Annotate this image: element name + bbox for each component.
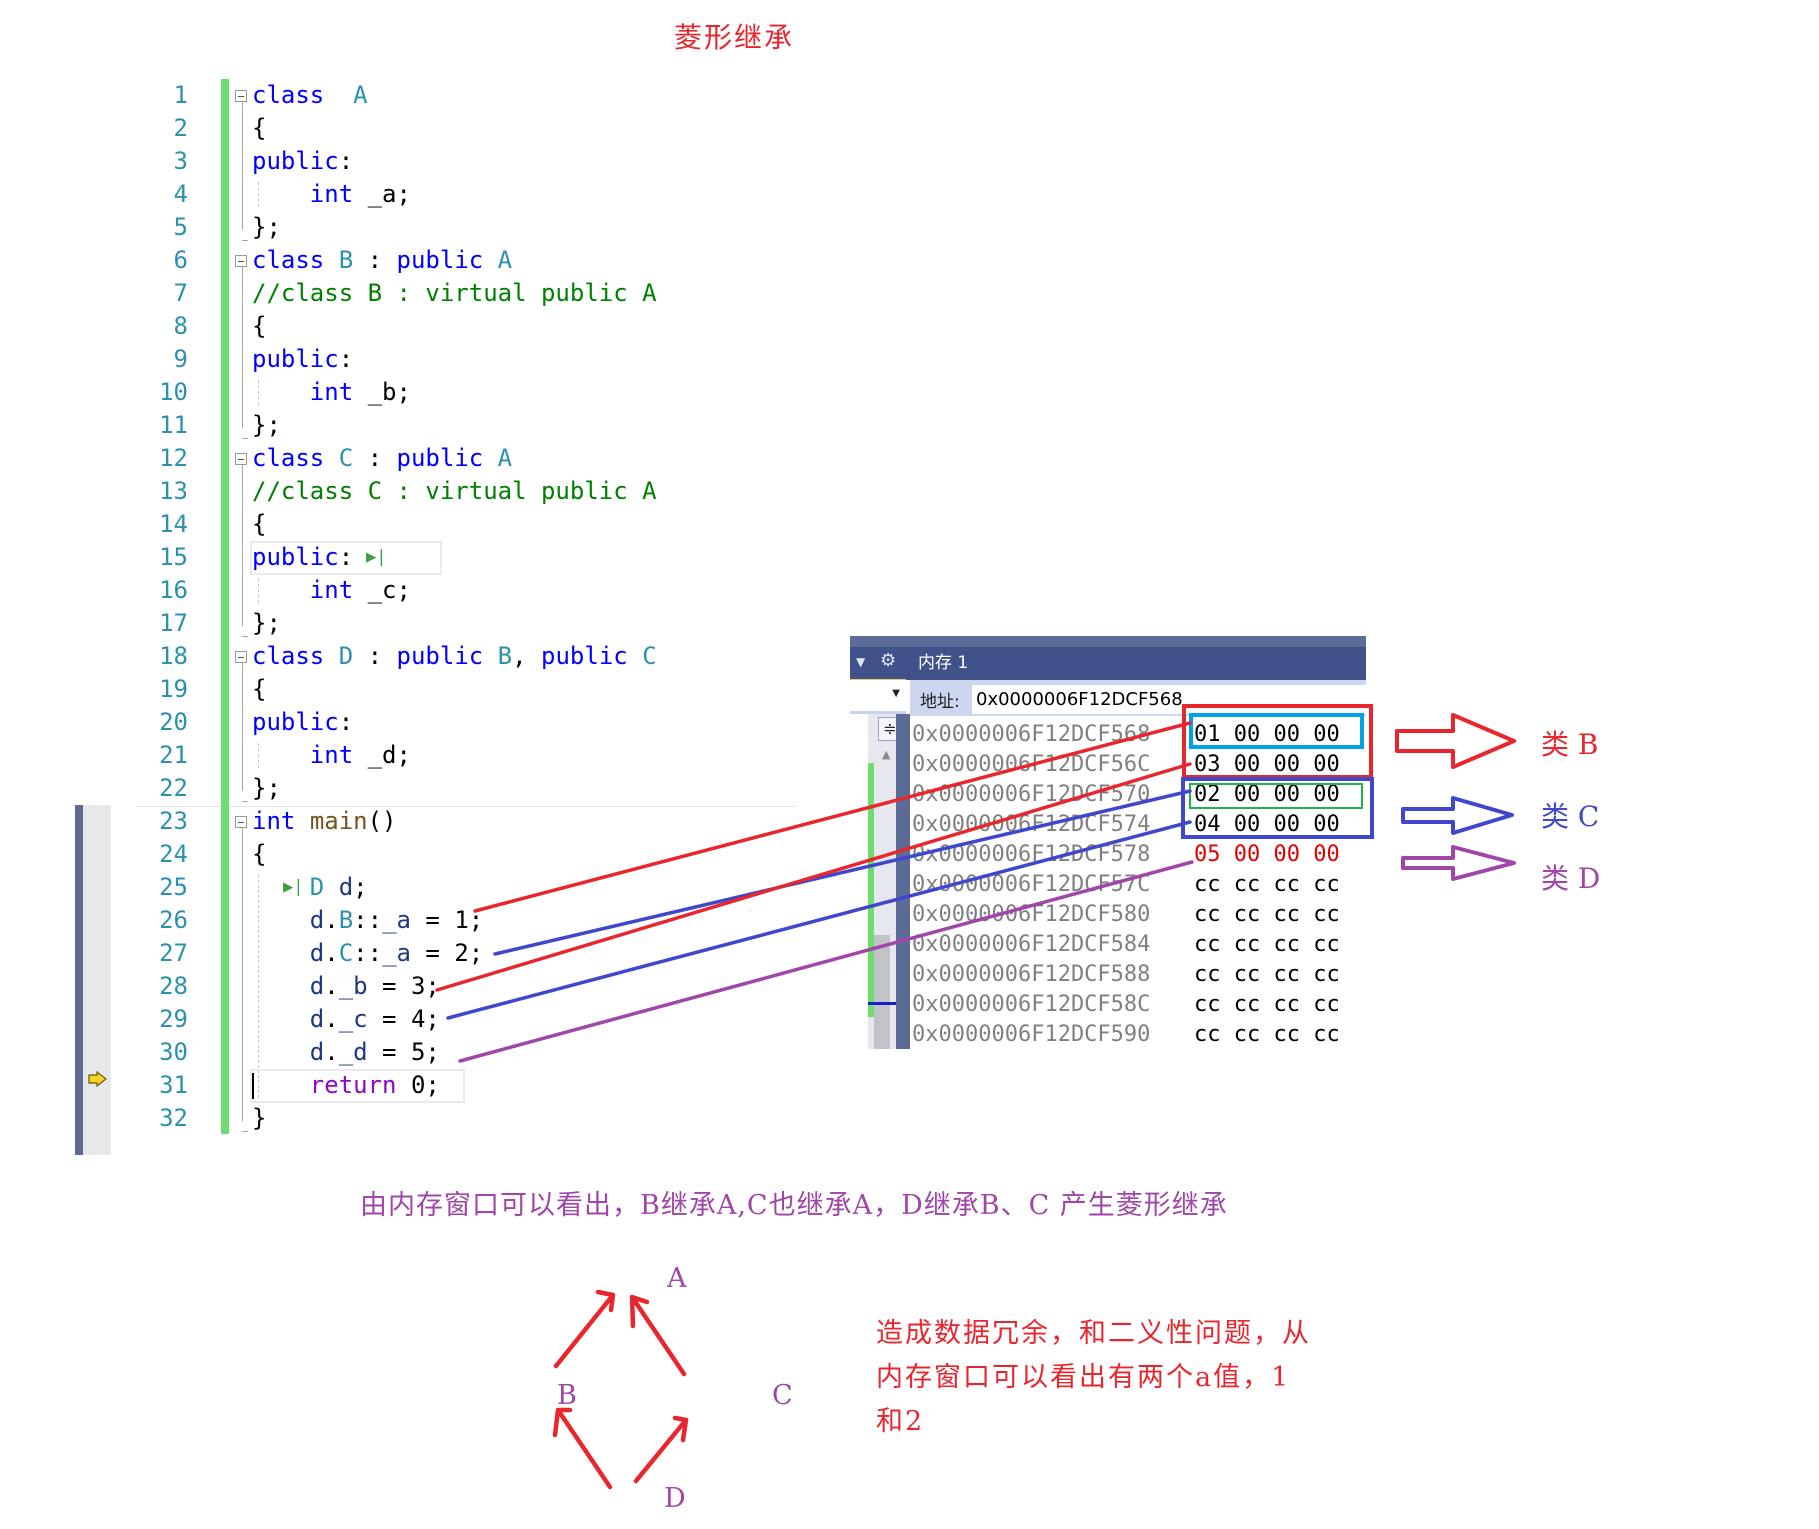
explanation-text: 由内存窗口可以看出，B继承A,C也继承A，D继承B、C 产生菱形继承 [360, 1190, 1228, 1221]
arrow-to-class-b [1395, 713, 1516, 769]
arrow-to-class-c [1401, 796, 1514, 835]
class-c-label: 类 C [1541, 800, 1600, 833]
diagram-node-a: A [667, 1263, 687, 1294]
diagram-node-c: C [772, 1380, 793, 1411]
connector-d [458, 860, 1194, 1063]
edge-b-to-a [553, 1289, 616, 1369]
diagram-node-b: B [557, 1380, 577, 1411]
edge-c-to-a [629, 1294, 687, 1377]
edge-d-to-c [633, 1415, 689, 1484]
redundancy-note: 造成数据冗余，和二义性问题，从内存窗口可以看出有两个a值，1和2 [876, 1318, 1311, 1437]
edge-d-to-b [552, 1407, 613, 1490]
class-d-label: 类 D [1541, 862, 1601, 895]
annotation-layer [435, 713, 1516, 1490]
arrow-to-class-d [1401, 845, 1516, 881]
connector-c [446, 820, 1192, 1020]
diagram-node-d: D [664, 1483, 686, 1514]
class-b-label: 类 B [1541, 728, 1599, 761]
connector-b [435, 762, 1192, 992]
